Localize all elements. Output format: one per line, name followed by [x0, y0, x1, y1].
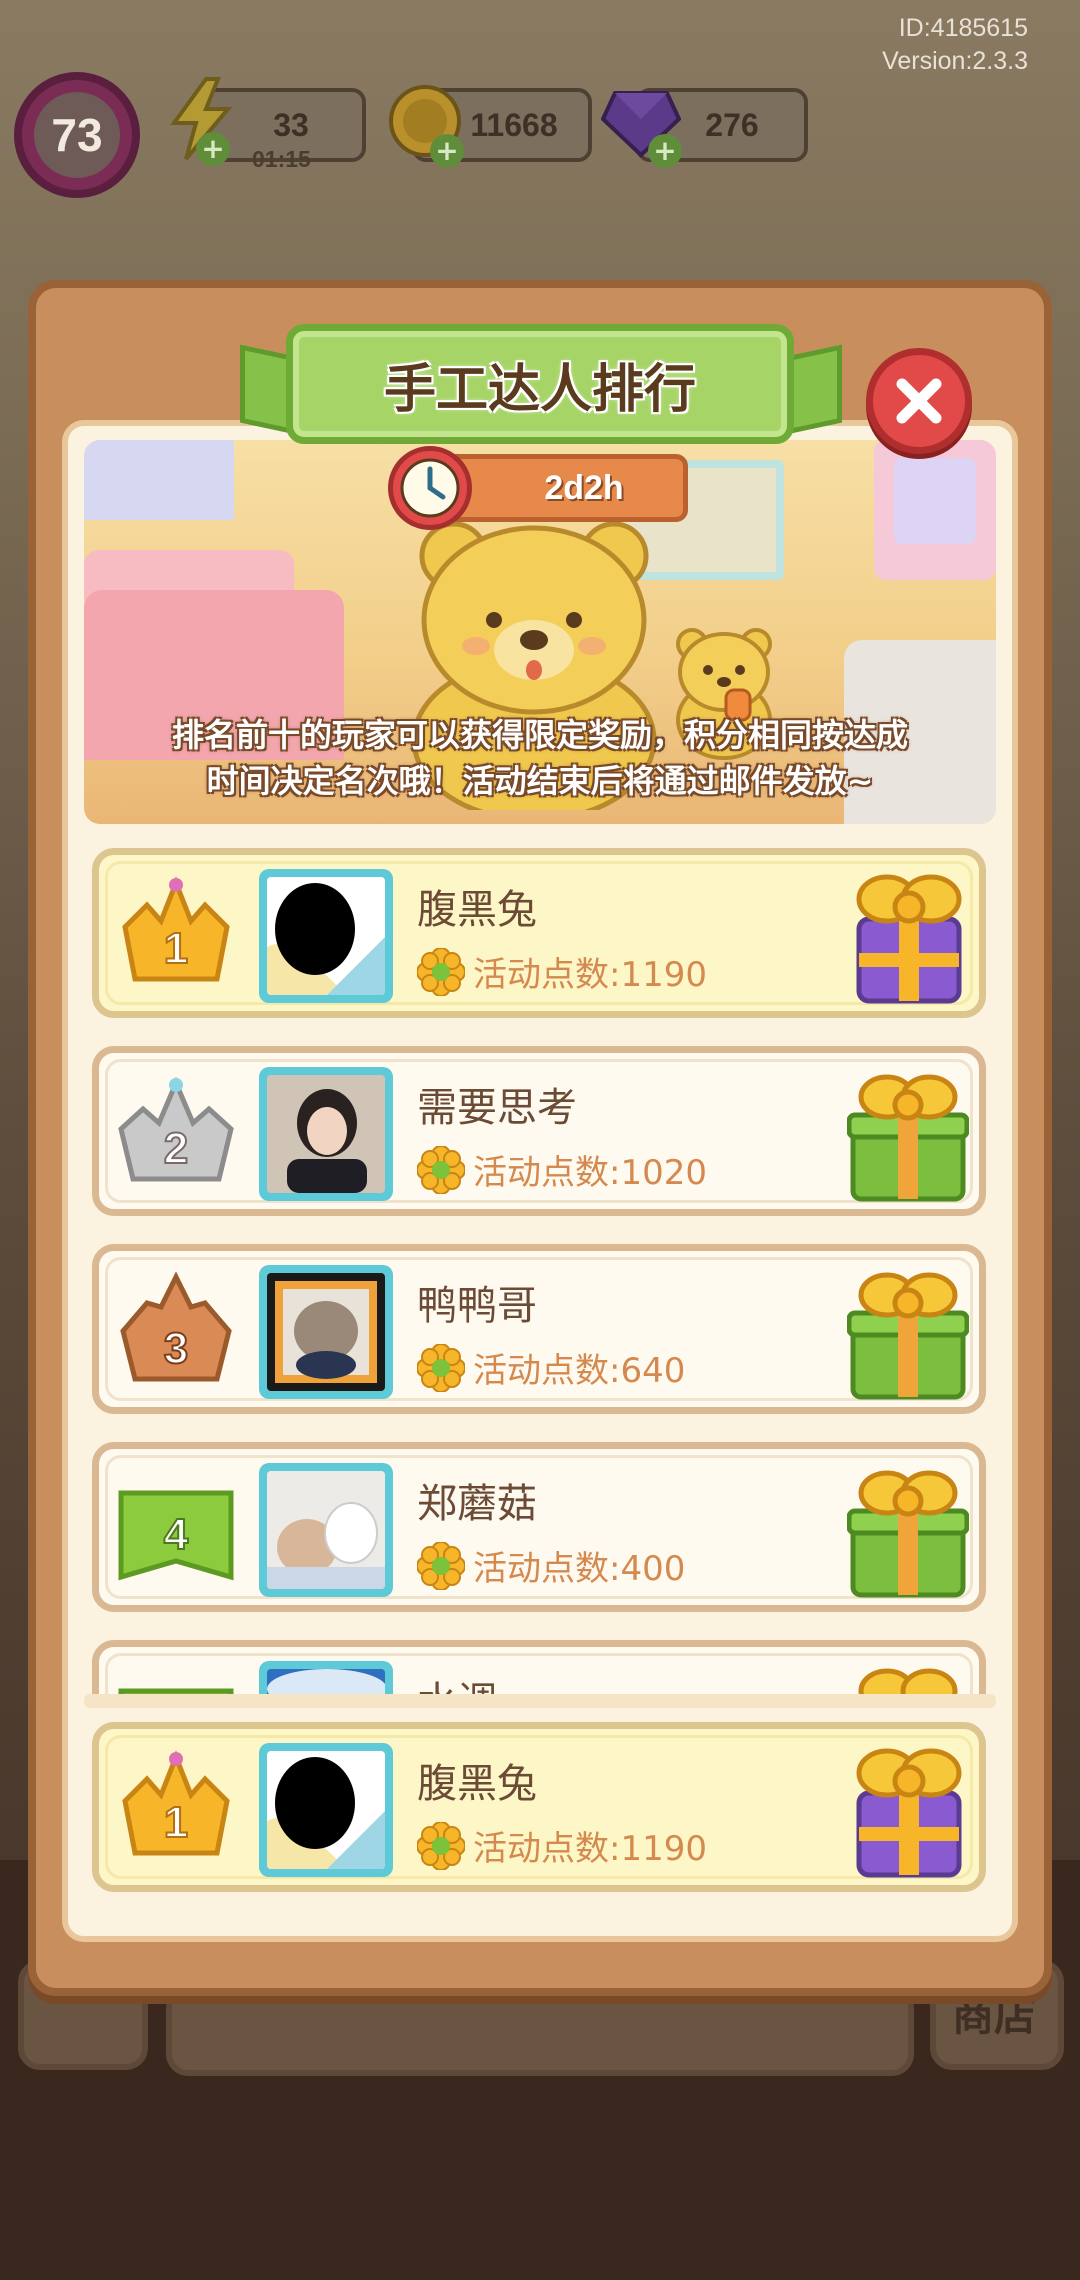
rank-number: 2: [164, 1124, 188, 1173]
player-score: 活动点数:1020: [417, 1145, 707, 1194]
rank-number: 4: [164, 1510, 189, 1559]
ranking-row[interactable]: 3 鸭鸭哥 活动点数:640: [92, 1244, 986, 1414]
flower-icon: [417, 1145, 465, 1194]
player-score: 活动点数:640: [417, 1343, 685, 1392]
energy-value: 33: [273, 106, 309, 143]
player-score-text: 活动点数:1190: [473, 1829, 707, 1869]
rank-number: 1: [164, 924, 188, 973]
player-score-text: 活动点数:1020: [473, 1153, 707, 1193]
player-id: ID:4185615: [898, 14, 1028, 42]
gold-crown-icon: 1: [122, 1750, 230, 1856]
energy-timer: 01:15: [252, 146, 311, 172]
list-divider: [84, 1694, 996, 1708]
flower-icon: [417, 1541, 465, 1590]
panel-title-text: 手工达人排行: [383, 359, 696, 420]
gem-value: 276: [705, 106, 759, 143]
rank-number: 1: [164, 1798, 188, 1847]
avatar[interactable]: [259, 869, 393, 1003]
my-ranking-row[interactable]: 1 腹黑兔 活动点数:1190: [92, 1722, 986, 1892]
player-name: 郑蘑菇: [417, 1481, 537, 1527]
ranking-row[interactable]: 1 腹黑兔 活动点数:1190: [92, 848, 986, 1018]
flower-icon: [417, 1343, 465, 1392]
clock-icon: [388, 446, 472, 530]
banner-window: [84, 440, 234, 520]
player-score: 活动点数:1190: [417, 1821, 707, 1870]
green-gift-icon[interactable]: [847, 1461, 969, 1601]
avatar[interactable]: [259, 1265, 393, 1399]
flower-icon: [417, 1821, 465, 1870]
banner-picture: [894, 458, 976, 544]
version-label: Version:2.3.3: [882, 47, 1028, 75]
player-score-text: 活动点数:640: [473, 1351, 686, 1391]
level-badge[interactable]: 73: [14, 72, 140, 198]
coin-value: 11668: [470, 106, 558, 143]
purple-gift-icon[interactable]: [847, 1741, 969, 1881]
ranking-list[interactable]: 1 腹黑兔 活动点数:1190 2 需要思考 活动点数:1020 3 鸭鸭哥 活…: [84, 842, 996, 1700]
player-name: 鸭鸭哥: [417, 1283, 537, 1329]
event-timer-value: 2d2h: [544, 468, 624, 507]
player-name: 需要思考: [417, 1085, 577, 1131]
ranking-row[interactable]: 2 需要思考 活动点数:1020: [92, 1046, 986, 1216]
event-description-line1: 排名前十的玩家可以获得限定奖励，积分相同按达成: [171, 716, 908, 754]
green-gift-icon[interactable]: [847, 1065, 969, 1205]
rank-number: 3: [164, 1324, 188, 1373]
gold-crown-icon: 1: [122, 876, 230, 982]
panel-title: 手工达人排行: [286, 324, 794, 444]
avatar[interactable]: [259, 1067, 393, 1201]
event-description-line2: 时间决定名次哦！活动结束后将通过邮件发放~: [206, 762, 874, 800]
player-score: 活动点数:1190: [417, 947, 707, 996]
bg-center-bar: [166, 1986, 914, 2076]
green-gift-icon[interactable]: [847, 1263, 969, 1403]
build-info: ID:4185615 Version:2.3.3: [882, 12, 1028, 78]
ranking-row[interactable]: 5 水调: [92, 1640, 986, 1700]
bronze-crown-icon: 3: [120, 1271, 232, 1382]
event-description: 排名前十的玩家可以获得限定奖励，积分相同按达成 时间决定名次哦！活动结束后将通过…: [124, 712, 956, 804]
avatar[interactable]: [259, 1463, 393, 1597]
player-score: 活动点数:400: [417, 1541, 685, 1590]
player-score-text: 活动点数:400: [473, 1549, 686, 1589]
player-name: 腹黑兔: [417, 1761, 537, 1807]
level-number: 73: [34, 92, 120, 178]
green-rank-flag-icon: 4: [118, 1490, 234, 1581]
ranking-row[interactable]: 4 郑蘑菇 活动点数:400: [92, 1442, 986, 1612]
silver-crown-icon: 2: [118, 1076, 234, 1182]
close-icon: [896, 378, 942, 424]
purple-gift-icon[interactable]: [847, 867, 969, 1007]
avatar[interactable]: [259, 1743, 393, 1877]
coin-plus-button[interactable]: +: [430, 134, 464, 168]
energy-plus-button[interactable]: +: [196, 132, 230, 166]
event-timer: 2d2h: [440, 454, 688, 522]
player-name: 腹黑兔: [417, 887, 537, 933]
gem-plus-button[interactable]: +: [648, 134, 682, 168]
close-button[interactable]: [866, 348, 972, 454]
player-score-text: 活动点数:1190: [473, 955, 707, 995]
flower-icon: [417, 947, 465, 996]
